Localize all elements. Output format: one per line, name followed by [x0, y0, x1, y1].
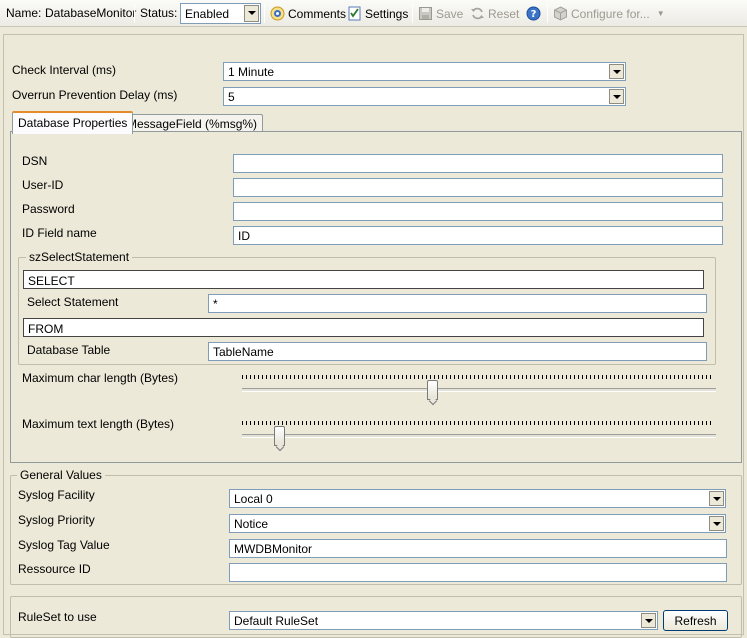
max-char-track	[242, 388, 716, 392]
overrun-value: 5	[228, 90, 235, 104]
check-interval-label: Check Interval (ms)	[12, 63, 117, 77]
name-value: DatabaseMonitor	[45, 6, 137, 20]
max-text-length-label: Maximum text length (Bytes)	[22, 417, 175, 431]
syslog-facility-label: Syslog Facility	[18, 488, 95, 502]
cube-icon	[554, 6, 567, 21]
reset-button[interactable]: Reset	[470, 4, 519, 23]
chevron-down-icon[interactable]	[244, 5, 259, 22]
select-keyword: SELECT	[28, 274, 75, 288]
select-statement-value: *	[213, 297, 218, 311]
chevron-down-icon[interactable]	[609, 89, 624, 104]
comments-icon	[270, 6, 285, 21]
overrun-label: Overrun Prevention Delay (ms)	[12, 88, 178, 102]
refresh-button[interactable]: Refresh	[663, 610, 728, 631]
refresh-arrows-icon	[471, 7, 484, 20]
reset-label: Reset	[488, 6, 520, 21]
status-select-value: Enabled	[185, 7, 230, 21]
save-label: Save	[436, 6, 464, 21]
password-label: Password	[22, 202, 75, 216]
database-table-label: Database Table	[27, 343, 111, 357]
help-button[interactable]: ?	[526, 4, 541, 23]
chevron-down-icon[interactable]	[709, 516, 724, 531]
userid-field[interactable]	[233, 178, 723, 197]
help-icon: ?	[526, 6, 541, 21]
id-field-name-value: ID	[238, 229, 250, 243]
floppy-disk-icon	[419, 7, 432, 20]
syslog-facility-value: Local 0	[234, 492, 273, 506]
chevron-down-icon[interactable]	[709, 491, 724, 506]
check-interval-select[interactable]: 1 Minute	[223, 62, 626, 81]
max-text-ticks	[242, 421, 714, 425]
tab-label: Database Properties	[18, 116, 128, 130]
ruleset-label: RuleSet to use	[18, 610, 97, 624]
syslog-priority-select[interactable]: Notice	[229, 514, 726, 533]
chevron-down-icon[interactable]	[641, 613, 656, 628]
tab-label: MessageField (%msg%)	[127, 117, 258, 131]
overrun-select[interactable]: 5	[223, 87, 626, 106]
dsn-label: DSN	[22, 154, 48, 168]
max-text-track	[242, 434, 716, 438]
syslog-tag-label: Syslog Tag Value	[18, 538, 110, 552]
configure-for-label: Configure for...	[571, 6, 650, 21]
dropdown-arrow-icon: ▼	[656, 9, 665, 18]
select-statement-label: Select Statement	[27, 295, 119, 309]
settings-button[interactable]: Settings	[347, 4, 408, 23]
refresh-label: Refresh	[674, 614, 717, 628]
toolbar-separator	[264, 4, 265, 23]
select-keyword-box: SELECT	[23, 270, 704, 289]
syslog-tag-field[interactable]: MWDBMonitor	[229, 539, 727, 558]
configure-for-button[interactable]: Configure for... ▼	[553, 4, 665, 23]
ruleset-select[interactable]: Default RuleSet	[229, 611, 658, 630]
ruleset-value: Default RuleSet	[234, 614, 319, 628]
max-char-length-label: Maximum char length (Bytes)	[22, 371, 179, 385]
userid-label: User-ID	[22, 178, 64, 192]
max-char-slider-thumb[interactable]	[427, 380, 439, 400]
name-label: Name:	[6, 6, 42, 20]
database-table-field[interactable]: TableName	[208, 342, 707, 361]
syslog-tag-value: MWDBMonitor	[234, 542, 313, 556]
chevron-down-icon[interactable]	[609, 64, 624, 79]
status-label: Status:	[140, 6, 178, 20]
status-select[interactable]: Enabled	[180, 3, 261, 24]
toolbar-separator	[412, 4, 413, 23]
dsn-field[interactable]	[233, 154, 723, 173]
svg-text:?: ?	[531, 9, 537, 20]
toolbar-separator	[547, 4, 548, 23]
toolbar-separator	[134, 4, 135, 23]
settings-label: Settings	[365, 6, 409, 21]
from-keyword-box: FROM	[23, 318, 704, 337]
save-button[interactable]: Save	[418, 4, 463, 23]
resource-id-label: Ressource ID	[18, 562, 91, 576]
syslog-facility-select[interactable]: Local 0	[229, 489, 726, 508]
syslog-priority-label: Syslog Priority	[18, 513, 95, 527]
tab-database-properties[interactable]: Database Properties	[12, 111, 134, 134]
max-text-slider-thumb[interactable]	[274, 426, 286, 446]
toolbar: Name: DatabaseMonitor Status: Enabled Co…	[0, 0, 747, 27]
database-table-value: TableName	[213, 345, 274, 359]
from-keyword: FROM	[28, 322, 64, 336]
check-interval-value: 1 Minute	[228, 65, 275, 79]
resource-id-field[interactable]	[229, 563, 727, 582]
tab-message-field[interactable]: MessageField (%msg%)	[121, 114, 264, 132]
select-statement-group-title: szSelectStatement	[26, 250, 133, 264]
general-values-title: General Values	[17, 468, 105, 482]
checklist-icon	[348, 6, 361, 21]
comments-button[interactable]: Comments	[270, 4, 346, 23]
syslog-priority-value: Notice	[234, 517, 269, 531]
id-field-name-field[interactable]: ID	[233, 226, 723, 245]
max-char-ticks	[242, 375, 714, 379]
password-field[interactable]	[233, 202, 723, 221]
select-statement-field[interactable]: *	[208, 294, 707, 313]
comments-label: Comments	[288, 6, 347, 21]
id-field-name-label: ID Field name	[22, 226, 97, 240]
